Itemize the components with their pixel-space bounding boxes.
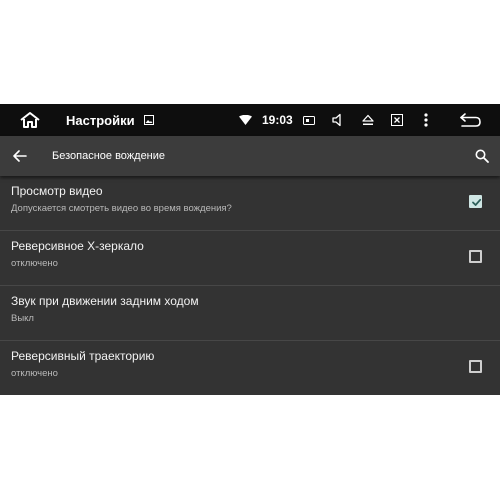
wifi-icon	[238, 115, 252, 125]
screen-button[interactable]	[302, 104, 316, 136]
setting-subtitle: отключено	[11, 368, 58, 379]
video-playback-checkbox[interactable]	[469, 195, 482, 208]
image-icon	[144, 115, 154, 125]
volume-icon	[332, 113, 341, 127]
setting-subtitle: отключено	[11, 258, 58, 269]
toolbar-back-button[interactable]	[4, 136, 36, 176]
setting-title: Реверсивный траекторию	[11, 349, 155, 363]
home-icon	[20, 112, 40, 128]
setting-subtitle: Выкл	[11, 313, 34, 324]
arrow-left-icon	[13, 150, 27, 162]
search-icon	[475, 149, 489, 163]
checkmark-icon	[472, 198, 482, 206]
setting-subtitle: Допускается смотреть видео во время вожд…	[11, 203, 232, 214]
home-button[interactable]	[16, 104, 44, 136]
wifi-status	[237, 104, 253, 136]
image-notification	[141, 104, 157, 136]
eject-icon	[362, 114, 374, 125]
android-screen: Настройки 19:03 Безопасное вождение Прос…	[0, 104, 500, 395]
setting-row-reverse-trajectory[interactable]: Реверсивный траекторию отключено	[0, 341, 500, 395]
eject-button[interactable]	[359, 104, 377, 136]
toolbar: Безопасное вождение	[0, 136, 500, 176]
close-box-icon	[391, 114, 403, 126]
setting-title: Реверсивное X-зеркало	[11, 239, 144, 253]
screen-icon	[303, 115, 315, 125]
page-title: Безопасное вождение	[52, 150, 166, 162]
setting-title: Просмотр видео	[11, 184, 103, 198]
close-app-button[interactable]	[389, 104, 405, 136]
reverse-trajectory-checkbox[interactable]	[469, 360, 482, 373]
reverse-mirror-checkbox[interactable]	[469, 250, 482, 263]
back-arrow-icon	[460, 113, 481, 127]
system-back-button[interactable]	[456, 104, 484, 136]
menu-button[interactable]	[419, 104, 433, 136]
status-bar: Настройки 19:03	[0, 104, 500, 136]
app-title: Настройки	[66, 112, 135, 128]
setting-row-video-playback[interactable]: Просмотр видео Допускается смотреть виде…	[0, 176, 500, 231]
setting-row-reverse-sound[interactable]: Звук при движении задним ходом Выкл	[0, 286, 500, 341]
settings-list: Просмотр видео Допускается смотреть виде…	[0, 176, 500, 395]
setting-title: Звук при движении задним ходом	[11, 294, 199, 308]
search-button[interactable]	[466, 136, 498, 176]
clock: 19:03	[262, 113, 293, 127]
more-vert-icon	[424, 113, 428, 127]
volume-button[interactable]	[330, 104, 346, 136]
setting-row-reverse-mirror[interactable]: Реверсивное X-зеркало отключено	[0, 231, 500, 286]
